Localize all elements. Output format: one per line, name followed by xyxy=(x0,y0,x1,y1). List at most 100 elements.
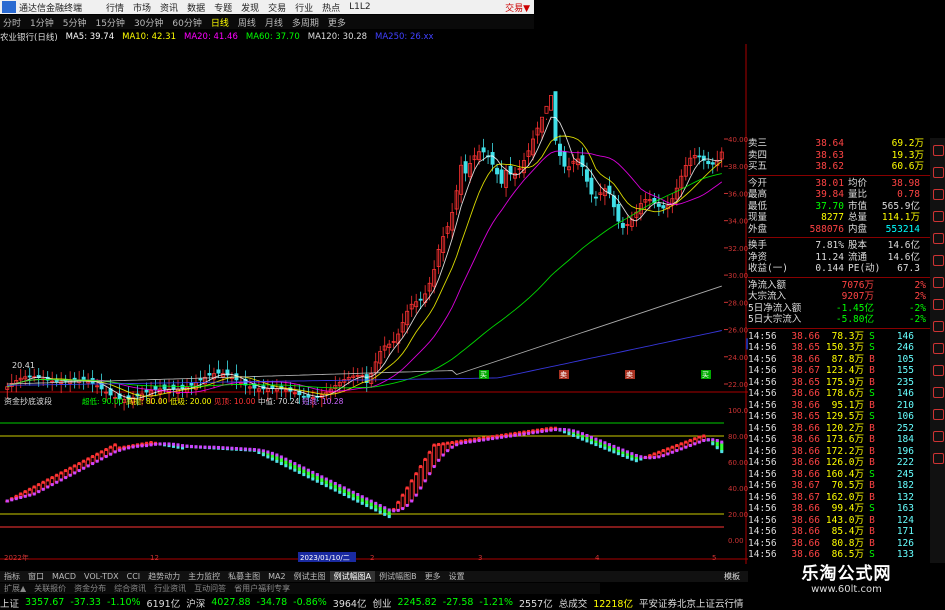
extension-tab-6[interactable]: 省用户福利专享 xyxy=(230,583,294,594)
indicator-legend-item: 低吸: 20.00 xyxy=(170,396,212,406)
candle-body xyxy=(589,177,594,195)
template-label[interactable]: 模板 xyxy=(724,571,748,582)
menu-item-jiaoyi[interactable]: 交易 xyxy=(268,1,295,14)
tick-side: B xyxy=(869,480,875,491)
tick-side: S xyxy=(869,411,875,422)
osc-dot xyxy=(284,464,288,468)
toolbar-icon-10[interactable] xyxy=(933,343,944,354)
tick-count: 210 xyxy=(896,399,914,411)
indicator-tab-7[interactable]: 私募主图 xyxy=(224,571,264,582)
menu-item-l1l2[interactable]: L1L2 xyxy=(349,2,379,12)
osc-dot xyxy=(315,479,319,483)
osc-dot xyxy=(275,459,279,463)
signal-dot xyxy=(536,430,540,434)
menu-item-hangqing[interactable]: 行情 xyxy=(106,1,133,14)
extension-tab-2[interactable]: 资金分布 xyxy=(70,583,110,594)
indicator-tab-4[interactable]: CCI xyxy=(123,572,145,581)
candle-body xyxy=(544,105,549,114)
signal-dot xyxy=(378,504,382,508)
signal-dot xyxy=(504,435,508,439)
osc-dot xyxy=(657,450,661,454)
menu-item-zixun[interactable]: 资讯 xyxy=(160,1,187,14)
period-7[interactable]: 周线 xyxy=(235,16,262,29)
signal-dot xyxy=(37,490,41,494)
toolbar-icon-2[interactable] xyxy=(933,167,944,178)
osc-dot xyxy=(437,442,441,446)
menu-item-hangye[interactable]: 行业 xyxy=(295,1,322,14)
menu-item-faxian[interactable]: 发现 xyxy=(241,1,268,14)
toolbar-icon-8[interactable] xyxy=(933,299,944,310)
extension-tab-5[interactable]: 互动问答 xyxy=(190,583,230,594)
period-9[interactable]: 多周期 xyxy=(289,16,325,29)
toolbar-icon-11[interactable] xyxy=(933,365,944,376)
kline-chart[interactable]: 40.0038.0036.0034.0032.0030.0028.0026.00… xyxy=(0,44,748,564)
period-8[interactable]: 月线 xyxy=(262,16,289,29)
indicator-tab-9[interactable]: 例试主图 xyxy=(290,571,330,582)
extension-tab-4[interactable]: 行业资讯 xyxy=(150,583,190,594)
ask-label: 卖四 xyxy=(748,149,768,161)
signal-dot xyxy=(351,490,355,494)
indicator-tab-3[interactable]: VOL-TDX xyxy=(80,572,123,581)
signal-dot xyxy=(661,454,665,458)
toolbar-icon-14[interactable] xyxy=(933,431,944,442)
toolbar-icon-5[interactable] xyxy=(933,233,944,244)
toolbar-icon-12[interactable] xyxy=(933,387,944,398)
signal-dot xyxy=(643,456,647,460)
indicator-tab-11[interactable]: 例试幅图B xyxy=(375,571,421,582)
signal-dot xyxy=(531,431,535,435)
tick-side: B xyxy=(869,434,875,445)
toolbar-icon-6[interactable] xyxy=(933,255,944,266)
indicator-tab-2[interactable]: MACD xyxy=(48,572,80,581)
tick-volume: 178.6万 xyxy=(825,388,864,399)
signal-dot xyxy=(540,429,544,433)
osc-bar xyxy=(436,444,441,461)
signal-dot xyxy=(369,499,373,503)
toolbar-icon-13[interactable] xyxy=(933,409,944,420)
osc-dot xyxy=(670,445,674,449)
toolbar-icon-3[interactable] xyxy=(933,189,944,200)
indicator-tab-13[interactable]: 设置 xyxy=(445,571,469,582)
toolbar-icon-9[interactable] xyxy=(933,321,944,332)
indicator-tab-10[interactable]: 例试幅图A xyxy=(329,571,376,582)
signal-dot xyxy=(450,445,454,449)
period-0[interactable]: 分时 xyxy=(0,16,27,29)
toolbar-icon-7[interactable] xyxy=(933,277,944,288)
trade-dropdown[interactable]: 交易▼ xyxy=(505,1,534,14)
tick-price: 38.66 xyxy=(791,388,820,399)
toolbar-icon-1[interactable] xyxy=(933,145,944,156)
tick-count: 163 xyxy=(896,503,914,514)
menu-item-shuju[interactable]: 数据 xyxy=(187,1,214,14)
tick-time: 14:56 xyxy=(748,526,777,537)
period-10[interactable]: 更多 xyxy=(325,16,352,29)
osc-dot xyxy=(23,490,27,494)
tick-row: 14:56 38.66 172.2万 B 196 xyxy=(748,446,945,458)
toolbar-icon-4[interactable] xyxy=(933,211,944,222)
menu-item-shichang[interactable]: 市场 xyxy=(133,1,160,14)
indicator-tab-1[interactable]: 窗口 xyxy=(24,571,48,582)
ticker-item: -34.78 xyxy=(256,597,288,608)
stat-label: 换手 xyxy=(748,240,768,251)
indicator-tab-12[interactable]: 更多 xyxy=(421,571,445,582)
toolbar-icon-15[interactable] xyxy=(933,453,944,464)
extension-tab-3[interactable]: 综合资讯 xyxy=(110,583,150,594)
indicator-tab-6[interactable]: 主力监控 xyxy=(184,571,224,582)
indicator-tab-8[interactable]: MA2 xyxy=(264,572,289,581)
period-3[interactable]: 15分钟 xyxy=(92,16,130,29)
menu-item-zhuanti[interactable]: 专题 xyxy=(214,1,241,14)
period-4[interactable]: 30分钟 xyxy=(131,16,169,29)
tick-price: 38.67 xyxy=(791,365,820,376)
ma-line-5 xyxy=(7,116,722,399)
indicator-tab-0[interactable]: 指标 xyxy=(0,571,24,582)
period-5[interactable]: 60分钟 xyxy=(169,16,207,29)
osc-dot xyxy=(351,497,355,501)
ma-legend-item-3: MA60: 37.70 xyxy=(245,32,300,42)
tick-time: 14:56 xyxy=(748,549,777,560)
extension-tab-1[interactable]: 关联报价 xyxy=(30,583,70,594)
period-1[interactable]: 1分钟 xyxy=(27,16,60,29)
menu-item-redian[interactable]: 热点 xyxy=(322,1,349,14)
signal-dot xyxy=(396,508,400,512)
indicator-tab-5[interactable]: 趋势动力 xyxy=(144,571,184,582)
extension-tab-0[interactable]: 扩展▲ xyxy=(0,583,30,594)
period-2[interactable]: 5分钟 xyxy=(60,16,93,29)
period-6[interactable]: 日线 xyxy=(208,16,235,29)
